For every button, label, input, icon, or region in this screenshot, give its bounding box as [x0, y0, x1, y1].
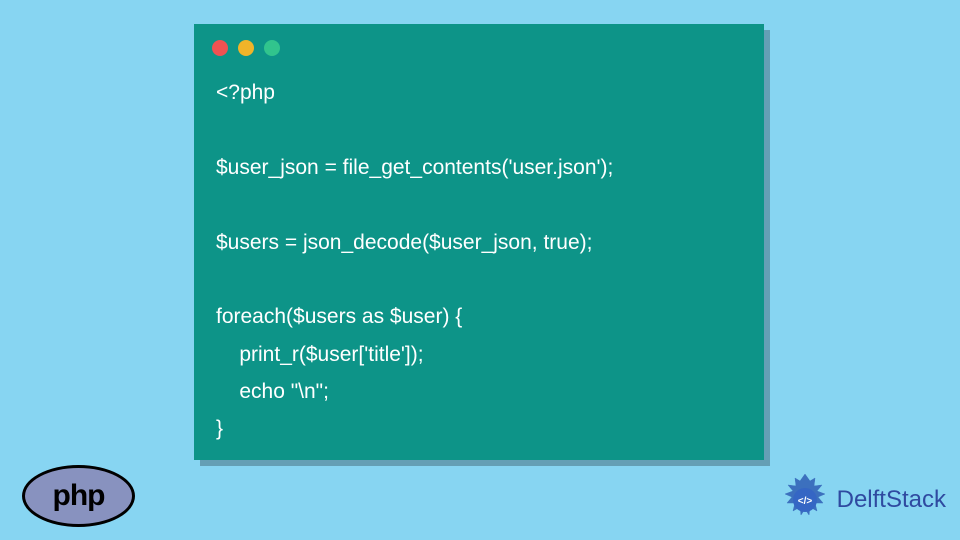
svg-text:</>: </>	[797, 496, 812, 507]
maximize-dot-icon	[264, 40, 280, 56]
minimize-dot-icon	[238, 40, 254, 56]
delftstack-logo-text: DelftStack	[837, 486, 946, 514]
delftstack-emblem-icon: </>	[777, 472, 833, 528]
php-logo-ellipse: php	[22, 465, 135, 527]
close-dot-icon	[212, 40, 228, 56]
code-window: <?php $user_json = file_get_contents('us…	[194, 24, 764, 460]
php-logo-text: php	[53, 479, 105, 513]
code-block: <?php $user_json = file_get_contents('us…	[194, 56, 764, 466]
php-logo: php	[22, 465, 135, 527]
window-titlebar	[194, 24, 764, 56]
delftstack-logo: </> DelftStack	[777, 472, 946, 528]
